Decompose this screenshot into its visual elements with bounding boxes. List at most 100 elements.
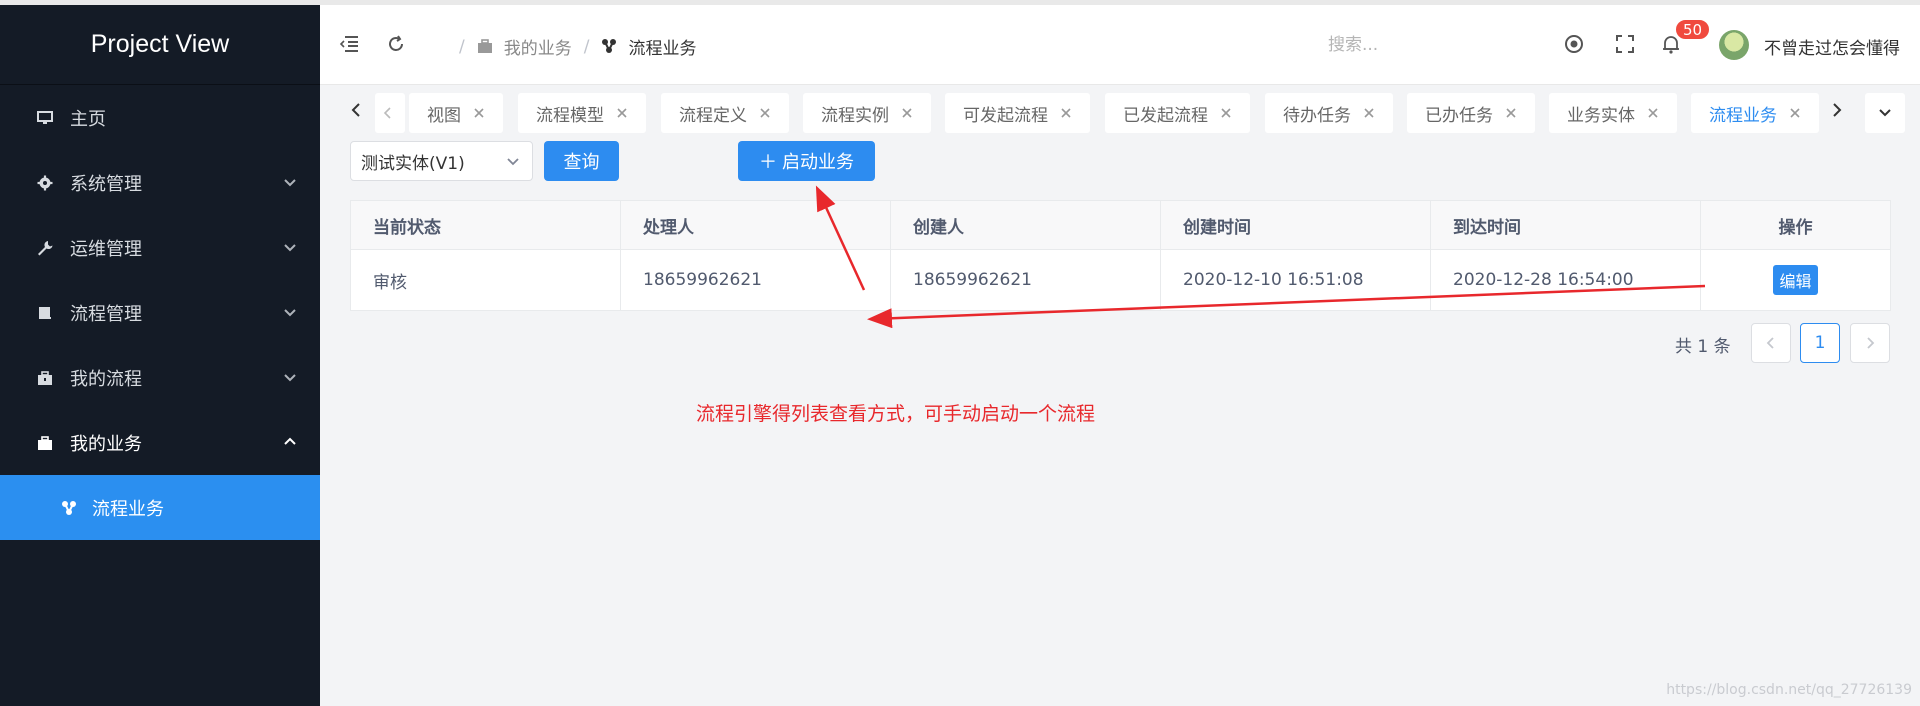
tab-view[interactable]: 视图: [409, 93, 503, 133]
workflow-icon: [601, 38, 618, 55]
sidebar-item-system[interactable]: 系统管理: [0, 150, 320, 215]
tabs-scroll-left-icon[interactable]: [344, 98, 368, 122]
tabs-scroll-right-icon[interactable]: [1825, 98, 1849, 122]
breadcrumb: / 我的业务 / 流程业务: [447, 34, 697, 60]
tab-done-tasks[interactable]: 已办任务: [1407, 93, 1535, 133]
page-prev-button[interactable]: [1751, 323, 1791, 363]
cell-created-time: 2020-12-10 16:51:08: [1161, 250, 1431, 310]
monitor-icon: [36, 109, 54, 127]
chevron-down-icon: [284, 244, 296, 252]
watermark: https://blog.csdn.net/qq_27726139: [1666, 682, 1912, 698]
briefcase-icon: [36, 434, 54, 452]
tab-label: 已办任务: [1425, 105, 1493, 126]
cell-creator: 18659962621: [891, 250, 1161, 310]
notification-badge: 50: [1674, 18, 1712, 41]
tab-startable-process[interactable]: 可发起流程: [945, 93, 1090, 133]
chevron-left-icon: [383, 107, 391, 119]
close-icon[interactable]: [616, 107, 628, 119]
entity-select-value: 测试实体(V1): [361, 153, 465, 174]
breadcrumb-item[interactable]: 我的业务: [504, 34, 572, 59]
sidebar-item-ops[interactable]: 运维管理: [0, 215, 320, 280]
cell-status: 审核: [351, 250, 621, 310]
cell-arrival-time: 2020-12-28 16:54:00: [1431, 250, 1701, 310]
sidebar-item-label: 流程管理: [70, 303, 142, 325]
breadcrumb-current: 流程业务: [628, 39, 697, 59]
business-table: 当前状态 处理人 创建人 创建时间 到达时间 操作 审核 18659962621…: [350, 200, 1891, 311]
column-header[interactable]: 当前状态: [351, 201, 621, 249]
column-header[interactable]: 到达时间: [1431, 201, 1701, 249]
tab-process-definition[interactable]: 流程定义: [661, 93, 789, 133]
wrench-icon: [36, 239, 54, 257]
cell-handler: 18659962621: [621, 250, 891, 310]
tab-started-process[interactable]: 已发起流程: [1105, 93, 1250, 133]
gear-icon: [36, 174, 54, 192]
tab-process-business[interactable]: 流程业务: [1691, 93, 1819, 133]
chevron-left-icon: [1766, 337, 1774, 349]
edit-button[interactable]: 编辑: [1773, 265, 1818, 295]
sidebar-item-my-business[interactable]: 我的业务: [0, 410, 320, 475]
tab-label: 流程业务: [1709, 105, 1777, 126]
close-icon[interactable]: [759, 107, 771, 119]
briefcase-icon: [36, 369, 54, 387]
close-icon[interactable]: [1060, 107, 1072, 119]
close-icon[interactable]: [901, 107, 913, 119]
chevron-up-icon: [284, 437, 296, 445]
column-header[interactable]: 创建人: [891, 201, 1161, 249]
close-icon[interactable]: [473, 107, 485, 119]
tab-pending-tasks[interactable]: 待办任务: [1265, 93, 1393, 133]
fullscreen-icon[interactable]: [1614, 33, 1636, 55]
close-icon[interactable]: [1647, 107, 1659, 119]
table-row[interactable]: 审核 18659962621 18659962621 2020-12-10 16…: [351, 250, 1890, 310]
sidebar-item-label: 我的业务: [70, 433, 142, 455]
tab-business-entity[interactable]: 业务实体: [1549, 93, 1677, 133]
sidebar-subitem-process-business[interactable]: 流程业务: [0, 475, 320, 540]
sidebar-subitem-label: 流程业务: [92, 498, 164, 520]
chevron-down-icon: [284, 179, 296, 187]
refresh-icon[interactable]: [385, 33, 407, 55]
sidebar-item-my-process[interactable]: 我的流程: [0, 345, 320, 410]
sidebar-item-label: 系统管理: [70, 173, 142, 195]
column-header[interactable]: 创建时间: [1161, 201, 1431, 249]
sidebar-item-home[interactable]: 主页: [0, 85, 320, 150]
sidebar-item-process[interactable]: 流程管理: [0, 280, 320, 345]
book-icon: [36, 304, 54, 322]
sidebar-item-label: 我的流程: [70, 368, 142, 390]
query-button[interactable]: 查询: [544, 141, 619, 181]
tab-partial[interactable]: [375, 93, 405, 133]
workflow-icon: [60, 499, 78, 517]
column-header[interactable]: 处理人: [621, 201, 891, 249]
close-icon[interactable]: [1505, 107, 1517, 119]
sidebar-item-label: 主页: [70, 108, 106, 130]
column-header: 操作: [1778, 217, 1813, 238]
app-title: Project View: [0, 5, 320, 85]
briefcase-icon: [477, 38, 494, 55]
tab-label: 视图: [427, 105, 461, 126]
close-icon[interactable]: [1789, 107, 1801, 119]
close-icon[interactable]: [1220, 107, 1232, 119]
page-number-button[interactable]: 1: [1800, 323, 1840, 363]
tab-label: 待办任务: [1283, 105, 1351, 126]
tabs-menu-button[interactable]: [1865, 93, 1905, 133]
breadcrumb-separator: /: [583, 36, 590, 57]
lock-screen-icon[interactable]: [1563, 33, 1585, 55]
chevron-down-icon: [1879, 109, 1891, 117]
entity-select[interactable]: 测试实体(V1): [350, 141, 533, 181]
avatar[interactable]: [1719, 30, 1749, 60]
username[interactable]: 不曾走过怎会懂得: [1764, 34, 1900, 59]
search-input[interactable]: [1328, 29, 1508, 61]
tabs-bar: 视图 流程模型 流程定义 流程实例 可发起流程 已发起流程 待办任务 已办任务 …: [320, 86, 1920, 138]
tab-label: 可发起流程: [963, 105, 1048, 126]
breadcrumb-separator: /: [459, 36, 465, 57]
tab-process-instance[interactable]: 流程实例: [803, 93, 931, 133]
tab-process-model[interactable]: 流程模型: [518, 93, 646, 133]
chevron-down-icon: [284, 309, 296, 317]
pagination-total: 共 1 条: [1675, 337, 1731, 357]
start-business-button[interactable]: ＋ 启动业务: [738, 141, 875, 181]
chevron-down-icon: [507, 158, 519, 166]
tab-label: 已发起流程: [1123, 105, 1208, 126]
menu-collapse-icon[interactable]: [338, 33, 360, 55]
close-icon[interactable]: [1363, 107, 1375, 119]
annotation-note: 流程引擎得列表查看方式，可手动启动一个流程: [696, 403, 1096, 425]
page-next-button[interactable]: [1850, 323, 1890, 363]
chevron-right-icon: [1867, 337, 1875, 349]
